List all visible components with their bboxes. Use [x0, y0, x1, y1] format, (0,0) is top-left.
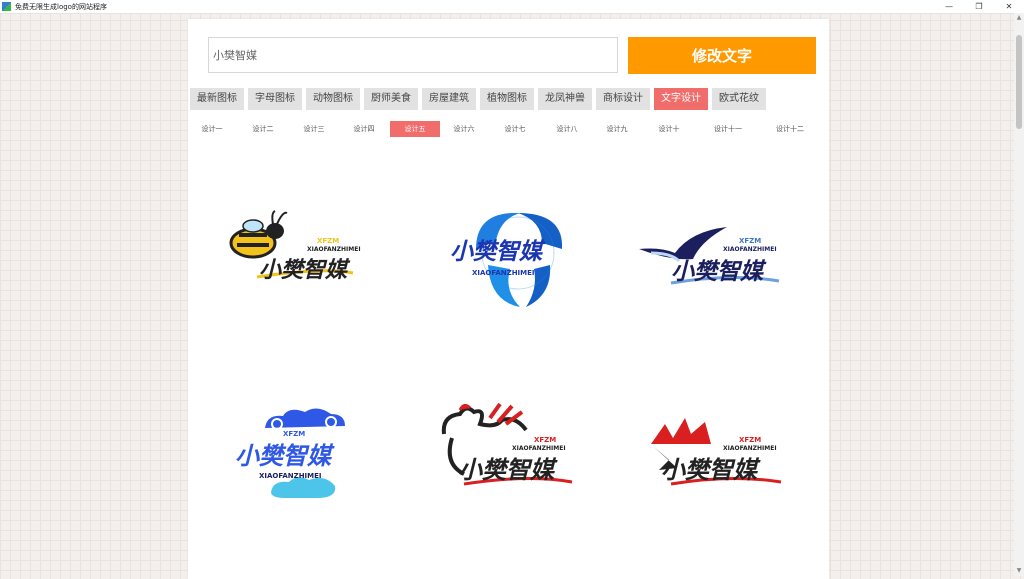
dolphin-icon: 小樊智媒 XIAOFANZHIMEI [450, 212, 563, 307]
logo-card[interactable]: XFZM XIAOFANZHIMEI 小樊智媒 [631, 394, 831, 544]
design-tab[interactable]: 设计二 [240, 121, 286, 137]
logo-text-input[interactable] [208, 37, 618, 73]
design-tab[interactable]: 设计十二 [764, 121, 816, 137]
modify-text-button[interactable]: 修改文字 [628, 37, 816, 74]
close-icon[interactable]: ✕ [994, 0, 1024, 13]
logo-card[interactable]: XFZM 小樊智媒 XIAOFANZHIMEI [213, 394, 413, 544]
logo-card[interactable]: XFZM XIAOFANZHIMEI 小樊智媒 [631, 191, 831, 341]
scroll-up-icon[interactable]: ▲ [1014, 13, 1024, 23]
logo-pinyin: XIAOFANZHIMEI [259, 472, 322, 480]
design-tab[interactable]: 设计三 [292, 121, 336, 137]
category-tab[interactable]: 植物图标 [480, 88, 534, 110]
category-tab[interactable]: 商标设计 [596, 88, 650, 110]
logo-abbr: XFZM [283, 430, 305, 438]
design-tab[interactable]: 设计十 [644, 121, 694, 137]
logo-pinyin: XIAOFANZHIMEI [723, 246, 777, 253]
maximize-icon[interactable]: ❐ [964, 0, 994, 13]
logo-title: 小樊智媒 [450, 239, 546, 265]
category-tab[interactable]: 龙凤神兽 [538, 88, 592, 110]
design-tab[interactable]: 设计六 [441, 121, 487, 137]
ribbon-icon: XFZM XIAOFANZHIMEI 小樊智媒 [651, 418, 782, 486]
logo-pinyin: XIAOFANZHIMEI [512, 445, 566, 452]
vertical-scrollbar[interactable]: ▲ ▼ [1014, 13, 1024, 576]
logo-card[interactable]: XFZM XIAOFANZHIMEI 小樊智媒 [430, 394, 630, 544]
design-tab[interactable]: 设计八 [543, 121, 591, 137]
design-tabs: 设计一 设计二 设计三 设计四 设计五 设计六 设计七 设计八 设计九 设计十 设计十一 设计十二 [188, 121, 829, 137]
window-title-bar: 免费无限生成logo的网站程序 — ❐ ✕ [0, 0, 1024, 14]
rooster-icon: XFZM XIAOFANZHIMEI 小樊智媒 [441, 402, 573, 486]
logo-title: 小樊智媒 [458, 456, 558, 484]
category-tab[interactable]: 欧式花纹 [712, 88, 766, 110]
design-tab[interactable]: 设计一 [191, 121, 233, 137]
logo-title: 小樊智媒 [661, 456, 761, 484]
logo-pinyin: XIAOFANZHIMEI [472, 269, 535, 277]
logo-pinyin: XIAOFANZHIMEI [723, 445, 777, 452]
bee-icon: XFZM XIAOFANZHIMEI 小樊智媒 [229, 210, 361, 283]
logo-card[interactable]: 小樊智媒 XIAOFANZHIMEI [430, 191, 630, 341]
app-icon [2, 2, 11, 11]
cloud-icon: XFZM 小樊智媒 XIAOFANZHIMEI [235, 408, 345, 498]
logo-card[interactable]: XFZM XIAOFANZHIMEI 小樊智媒 [213, 191, 413, 341]
logo-title: 小樊智媒 [259, 257, 351, 283]
logo-pinyin: XIAOFANZHIMEI [307, 246, 361, 253]
category-tab[interactable]: 文字设计 [654, 88, 708, 110]
category-tabs: 最新图标 字母图标 动物图标 厨师美食 房屋建筑 植物图标 龙凤神兽 商标设计 文字设计 欧式花纹 [190, 88, 770, 110]
logo-abbr: XFZM [739, 436, 761, 444]
minimize-icon[interactable]: — [934, 0, 964, 13]
design-tab[interactable]: 设计五 [390, 121, 440, 137]
logo-abbr: XFZM [534, 436, 556, 444]
design-tab[interactable]: 设计七 [492, 121, 538, 137]
window-controls: — ❐ ✕ [934, 0, 1024, 13]
window-title: 免费无限生成logo的网站程序 [15, 2, 107, 11]
category-tab[interactable]: 最新图标 [190, 88, 244, 110]
design-tab[interactable]: 设计四 [341, 121, 387, 137]
category-tab[interactable]: 动物图标 [306, 88, 360, 110]
scroll-down-icon[interactable]: ▼ [1014, 566, 1024, 576]
logo-title: 小樊智媒 [671, 259, 767, 285]
scrollbar-thumb[interactable] [1016, 35, 1022, 129]
design-tab[interactable]: 设计九 [593, 121, 641, 137]
category-tab[interactable]: 厨师美食 [364, 88, 418, 110]
logo-abbr: XFZM [739, 237, 761, 245]
main-panel: 修改文字 最新图标字母图标动物图标厨师美食房屋建筑植物图标龙凤神兽商标设计文字设… [188, 19, 829, 579]
design-tab[interactable]: 设计十一 [695, 121, 761, 137]
logo-title: 小樊智媒 [235, 442, 335, 470]
bird-icon: XFZM XIAOFANZHIMEI 小樊智媒 [639, 227, 780, 285]
category-tab[interactable]: 字母图标 [248, 88, 302, 110]
logo-abbr: XFZM [317, 237, 339, 245]
category-tab[interactable]: 房屋建筑 [422, 88, 476, 110]
